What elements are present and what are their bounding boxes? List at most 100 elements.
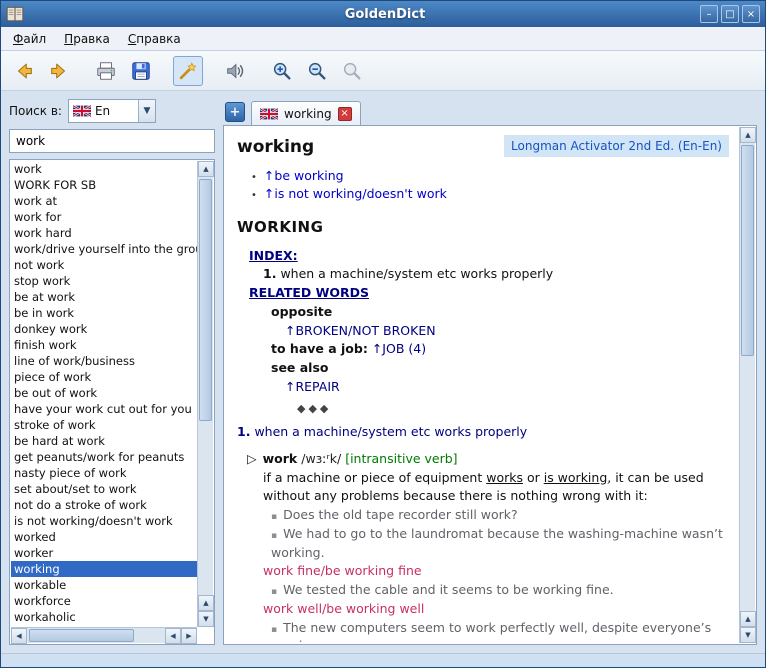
example-sentence: ▪The new computers seem to work perfectl… [271, 619, 729, 644]
scrollbar-thumb[interactable] [199, 179, 212, 421]
zoom-out-button[interactable] [302, 56, 332, 86]
pronounce-button[interactable] [220, 56, 250, 86]
scroll-up-icon[interactable]: ▲ [198, 595, 214, 611]
zoom-in-button[interactable] [267, 56, 297, 86]
list-item[interactable]: piece of work [11, 369, 197, 385]
article-link[interactable]: ↑REPAIR [285, 379, 340, 394]
scroll-left-icon[interactable]: ◀ [11, 628, 27, 644]
example-bullet-icon: ▪ [271, 587, 277, 597]
list-item[interactable]: donkey work [11, 321, 197, 337]
list-item[interactable]: work hard [11, 225, 197, 241]
list-item[interactable]: stroke of work [11, 417, 197, 433]
tab-working[interactable]: working × [251, 101, 361, 125]
list-item[interactable]: be out of work [11, 385, 197, 401]
list-item[interactable]: nasty piece of work [11, 465, 197, 481]
chevron-down-icon[interactable]: ▼ [138, 100, 155, 122]
list-item[interactable]: work for [11, 209, 197, 225]
title-bar: GoldenDict – □ × [1, 1, 765, 27]
article-link[interactable]: ↑BROKEN/NOT BROKEN [285, 323, 436, 338]
wordlist-vertical-scrollbar[interactable]: ▲ ▲ ▼ [197, 161, 213, 627]
back-button[interactable] [9, 56, 39, 86]
article-link[interactable]: ↑be working [264, 168, 344, 183]
example-bullet-icon: ▪ [271, 512, 277, 522]
scroll-right-icon[interactable]: ▶ [181, 628, 197, 644]
dictionary-group-select[interactable]: En ▼ [68, 99, 156, 123]
index-link[interactable]: INDEX: [249, 248, 298, 263]
zoom-reset-button[interactable] [337, 56, 367, 86]
minimize-button[interactable]: – [700, 5, 718, 23]
close-button[interactable]: × [742, 5, 760, 23]
scroll-up-icon[interactable]: ▲ [198, 161, 214, 177]
list-item[interactable]: line of work/business [11, 353, 197, 369]
list-item[interactable]: workable [11, 577, 197, 593]
related-words-link[interactable]: RELATED WORDS [249, 285, 369, 300]
list-item[interactable]: be in work [11, 305, 197, 321]
scrollbar-thumb[interactable] [29, 629, 134, 642]
status-bar [1, 653, 765, 667]
wordlist-horizontal-scrollbar[interactable]: ◀ ◀ ▶ [11, 627, 197, 643]
list-item[interactable]: not do a stroke of work [11, 497, 197, 513]
collocation-link[interactable]: is working [544, 470, 608, 485]
scrollbar-thumb[interactable] [741, 145, 754, 356]
list-item[interactable]: work at [11, 193, 197, 209]
list-item[interactable]: have your work cut out for you [11, 401, 197, 417]
maximize-button[interactable]: □ [721, 5, 739, 23]
list-item[interactable]: be hard at work [11, 433, 197, 449]
scroll-up-icon[interactable]: ▲ [740, 611, 756, 627]
definition: if a machine or piece of equipment works… [263, 469, 729, 507]
scan-popup-button[interactable] [173, 56, 203, 86]
pronunciation: /wɜːʳk/ [301, 451, 341, 466]
article-link[interactable]: ↑is not working/doesn't work [264, 186, 447, 201]
example-sentence: ▪Does the old tape recorder still work? [271, 506, 729, 525]
scroll-down-icon[interactable]: ▼ [198, 611, 214, 627]
article-link[interactable]: ↑JOB (4) [372, 341, 426, 356]
word-list: work WORK FOR SB work at work for work h… [9, 159, 215, 645]
tab-bar: + working × [223, 99, 757, 125]
list-item[interactable]: worker [11, 545, 197, 561]
menu-edit[interactable]: Правка [56, 29, 118, 49]
section-heading: when a machine/system etc works properly [254, 424, 527, 439]
scroll-left-icon[interactable]: ◀ [165, 628, 181, 644]
article-headword: working [237, 135, 314, 161]
list-item[interactable]: set about/set to work [11, 481, 197, 497]
list-item[interactable]: worked [11, 529, 197, 545]
list-item[interactable]: WORK FOR SB [11, 177, 197, 193]
add-tab-button[interactable]: + [225, 102, 245, 122]
dictionary-badge[interactable]: Longman Activator 2nd Ed. (En-En) [504, 135, 729, 157]
scroll-up-icon[interactable]: ▲ [740, 127, 756, 143]
list-item[interactable]: get peanuts/work for peanuts [11, 449, 197, 465]
part-of-speech: [intransitive verb] [345, 451, 457, 466]
close-tab-icon[interactable]: × [338, 107, 352, 121]
collocation-link[interactable]: works [486, 470, 523, 485]
save-button[interactable] [126, 56, 156, 86]
list-item[interactable]: is not working/doesn't work [11, 513, 197, 529]
list-item[interactable]: not work [11, 257, 197, 273]
list-item[interactable]: work/drive yourself into the ground [11, 241, 197, 257]
print-button[interactable] [91, 56, 121, 86]
index-item-number: 1. [263, 266, 276, 281]
scroll-down-icon[interactable]: ▼ [740, 627, 756, 643]
list-item[interactable]: work [11, 161, 197, 177]
zoom-in-icon [271, 60, 293, 82]
uk-flag-icon [73, 105, 91, 117]
zoom-out-icon [306, 60, 328, 82]
forward-button[interactable] [44, 56, 74, 86]
list-item[interactable]: stop work [11, 273, 197, 289]
menu-help[interactable]: Справка [120, 29, 189, 49]
forward-arrow-icon [48, 60, 70, 82]
search-input[interactable] [9, 129, 215, 153]
entry-marker-icon: ▷ [247, 451, 257, 466]
entry-title: WORKING [237, 216, 729, 239]
example-bullet-icon: ▪ [271, 625, 277, 635]
main-area: Поиск в: En ▼ work WORK FOR SB work at w… [1, 91, 765, 653]
article-vertical-scrollbar[interactable]: ▲ ▲ ▼ [739, 127, 755, 643]
list-item[interactable]: workaholic [11, 609, 197, 625]
list-item[interactable]: be at work [11, 289, 197, 305]
search-in-label: Поиск в: [9, 104, 62, 118]
list-item-selected[interactable]: working [11, 561, 197, 577]
group-value: En [95, 104, 132, 118]
menu-file[interactable]: Файл [5, 29, 54, 49]
list-item[interactable]: finish work [11, 337, 197, 353]
list-item[interactable]: workforce [11, 593, 197, 609]
back-arrow-icon [13, 60, 35, 82]
